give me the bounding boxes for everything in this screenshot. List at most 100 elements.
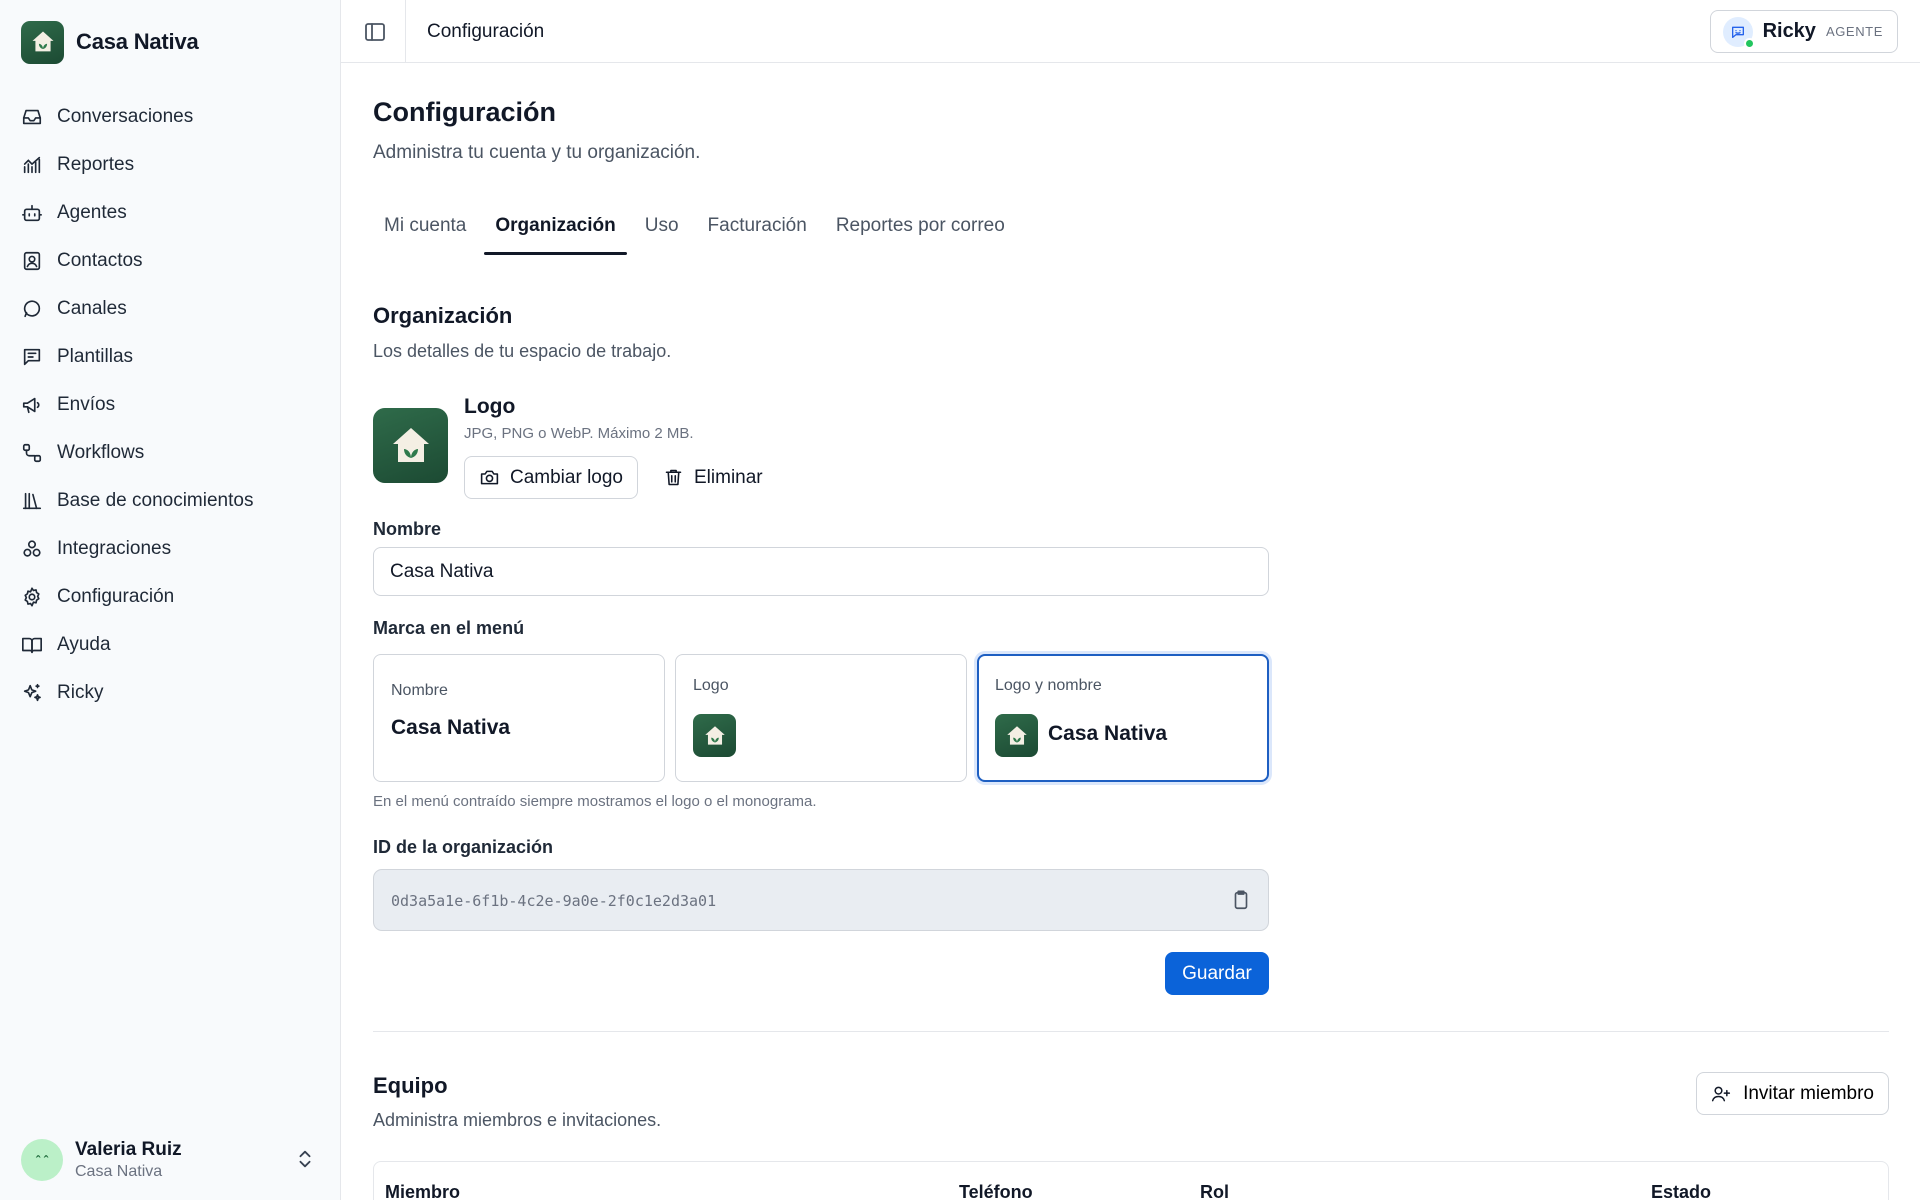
megaphone-icon: [22, 397, 40, 414]
sidebar-item-plantillas[interactable]: Plantillas: [10, 333, 330, 381]
sidebar-toggle-icon[interactable]: [363, 20, 387, 44]
invite-member-button[interactable]: Invitar miembro: [1696, 1072, 1889, 1115]
clipboard-icon[interactable]: [1230, 889, 1252, 911]
sidebar-item-label: Contactos: [57, 250, 143, 271]
brand-option-logo[interactable]: Logo: [675, 654, 967, 782]
team-title: Equipo: [373, 1073, 448, 1098]
sidebar-item-label: Ricky: [57, 682, 104, 703]
sidebar-item-base-de-conocimientos[interactable]: Base de conocimientos: [10, 477, 330, 525]
option-label: Nombre: [391, 682, 448, 699]
topbar: Configuración Ricky AGENTE: [341, 0, 1920, 63]
template-icon: [23, 348, 41, 366]
sidebar-item-ricky[interactable]: Ricky: [10, 669, 330, 717]
camera-icon: [480, 470, 499, 485]
agent-status-button[interactable]: Ricky AGENTE: [1709, 10, 1898, 53]
save-button[interactable]: Guardar: [1165, 952, 1269, 995]
page-subtitle: Administra tu cuenta y tu organización.: [373, 142, 701, 163]
sparkles-icon: [23, 683, 41, 702]
agent-name: Ricky: [1762, 20, 1816, 42]
sidebar-item-label: Agentes: [57, 202, 127, 223]
sidebar-item-workflows[interactable]: Workflows: [10, 429, 330, 477]
change-logo-label: Cambiar logo: [510, 466, 623, 488]
column-header-status: Estado: [1651, 1182, 1712, 1200]
library-icon: [22, 492, 42, 510]
chat-bubble-icon: [23, 300, 41, 318]
user-name: Valeria Ruiz: [75, 1139, 182, 1160]
logo-title: Logo: [464, 395, 516, 418]
brand-name: Casa Nativa: [76, 29, 199, 54]
inbox-icon: [22, 109, 42, 125]
online-indicator: [1743, 37, 1755, 49]
change-logo-button[interactable]: Cambiar logo: [464, 456, 638, 499]
org-id-value: 0d3a5a1e-6f1b-4c2e-9a0e-2f0c1e2d3a01: [391, 892, 717, 910]
tab-organizacion[interactable]: Organización: [484, 203, 628, 255]
tab-uso[interactable]: Uso: [634, 203, 690, 255]
sidebar-item-canales[interactable]: Canales: [10, 285, 330, 333]
option-preview-name: Casa Nativa: [391, 716, 511, 739]
tab-mi-cuenta[interactable]: Mi cuenta: [373, 203, 477, 255]
column-header-member: Miembro: [385, 1182, 461, 1200]
sidebar-item-label: Plantillas: [57, 346, 134, 367]
sidebar-nav: Conversaciones Reportes Agentes Contacto…: [10, 93, 330, 717]
invite-member-label: Invitar miembro: [1743, 1082, 1874, 1104]
sidebar-item-ayuda[interactable]: Ayuda: [10, 621, 330, 669]
topbar-divider: [405, 0, 406, 63]
user-menu[interactable]: ˆ ˆ Valeria Ruiz Casa Nativa: [10, 1128, 330, 1192]
logo-hint: JPG, PNG o WebP. Máximo 2 MB.: [464, 425, 694, 442]
org-name-input[interactable]: [373, 547, 1269, 596]
brand-option-name[interactable]: Nombre Casa Nativa: [373, 654, 665, 782]
bot-icon: [22, 204, 42, 222]
sidebar-item-label: Envíos: [57, 394, 116, 415]
user-plus-icon: [1711, 1086, 1731, 1101]
sidebar-item-configuracion[interactable]: Configuración: [10, 573, 330, 621]
sidebar-item-label: Canales: [57, 298, 127, 319]
house-logo-icon: [693, 714, 736, 757]
house-logo-icon: [995, 714, 1038, 757]
team-subtitle: Administra miembros e invitaciones.: [373, 1110, 662, 1130]
tab-facturacion[interactable]: Facturación: [697, 203, 818, 255]
house-logo-icon: [21, 20, 64, 64]
org-id-label: ID de la organización: [373, 837, 554, 857]
contact-icon: [23, 251, 41, 271]
sidebar-item-label: Conversaciones: [57, 106, 194, 127]
agent-role: AGENTE: [1825, 24, 1883, 39]
option-preview-name: Casa Nativa: [1048, 722, 1168, 745]
brand-menu-label: Marca en el menú: [373, 618, 525, 638]
avatar-initials: ˆ ˆ: [35, 1152, 49, 1168]
remove-logo-button[interactable]: Eliminar: [663, 456, 763, 499]
sidebar-item-reportes[interactable]: Reportes: [10, 141, 330, 189]
section-title: Organización: [373, 303, 513, 328]
name-label: Nombre: [373, 519, 442, 539]
option-label: Logo y nombre: [995, 677, 1102, 694]
sidebar-item-label: Reportes: [57, 154, 135, 175]
team-table: Miembro Teléfono Rol Estado: [373, 1161, 1889, 1200]
sidebar-item-conversaciones[interactable]: Conversaciones: [10, 93, 330, 141]
sidebar-item-label: Workflows: [57, 442, 145, 463]
tab-reportes-por-correo[interactable]: Reportes por correo: [825, 203, 1016, 255]
column-header-phone: Teléfono: [959, 1182, 1033, 1200]
brand[interactable]: Casa Nativa: [21, 20, 199, 64]
section-subtitle: Los detalles de tu espacio de trabajo.: [373, 341, 672, 361]
settings-tabs: Mi cuenta Organización Uso Facturación R…: [373, 203, 1023, 255]
book-icon: [22, 637, 42, 654]
column-header-role: Rol: [1200, 1182, 1229, 1200]
brand-option-logo-and-name[interactable]: Logo y nombre Casa Nativa: [977, 654, 1269, 782]
org-id-field: 0d3a5a1e-6f1b-4c2e-9a0e-2f0c1e2d3a01: [373, 869, 1269, 931]
option-label: Logo: [693, 677, 729, 694]
sidebar-item-agentes[interactable]: Agentes: [10, 189, 330, 237]
sidebar-item-contactos[interactable]: Contactos: [10, 237, 330, 285]
page-title: Configuración: [373, 97, 556, 127]
sidebar: Casa Nativa Conversaciones Reportes Agen…: [0, 0, 341, 1200]
sidebar-item-envios[interactable]: Envíos: [10, 381, 330, 429]
sidebar-item-label: Integraciones: [57, 538, 172, 559]
sidebar-item-label: Configuración: [57, 586, 175, 607]
brand-hint: En el menú contraído siempre mostramos e…: [373, 793, 817, 810]
integrations-icon: [23, 540, 41, 557]
trash-icon: [665, 469, 682, 486]
sidebar-item-label: Ayuda: [57, 634, 111, 655]
sidebar-item-label: Base de conocimientos: [57, 490, 254, 511]
agent-chat-icon: [1722, 16, 1755, 49]
sidebar-item-integraciones[interactable]: Integraciones: [10, 525, 330, 573]
remove-logo-label: Eliminar: [694, 466, 763, 488]
workflow-icon: [22, 443, 42, 463]
